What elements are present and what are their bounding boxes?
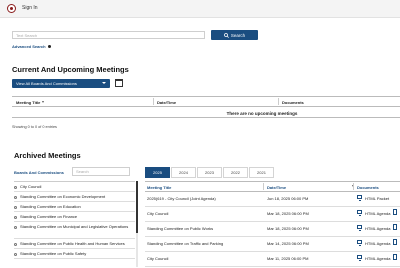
boards-dropdown[interactable]: View All Boards And Commissions — [12, 79, 110, 88]
tab-year-2023[interactable]: 2023 — [197, 167, 222, 178]
archived-meetings-title: Archived Meetings — [14, 151, 81, 160]
monitor-icon[interactable] — [357, 195, 362, 201]
board-item-city-council[interactable]: City Council — [14, 182, 135, 192]
board-list-scroll-thumb[interactable] — [136, 181, 138, 233]
monitor-icon[interactable] — [357, 240, 362, 246]
year-tabs: 2025 2024 2023 2022 2021 — [145, 167, 275, 178]
board-item-public-health[interactable]: Standing Committee on Public Health and … — [14, 239, 135, 249]
radio-icon — [14, 215, 17, 219]
meeting-title[interactable]: 2025(619 - City Council (Joint Agenda) — [147, 196, 216, 201]
meeting-title[interactable]: City Council — [147, 211, 168, 216]
help-icon[interactable] — [47, 45, 51, 49]
table-row[interactable]: Standing Committee on Public Works Mar 1… — [145, 221, 400, 237]
boards-dropdown-label: View All Boards And Commissions — [16, 81, 77, 86]
tab-year-2024[interactable]: 2024 — [171, 167, 196, 178]
archived-meetings-table: Meeting Title Date/Time Documents 2025(6… — [145, 181, 400, 267]
tab-year-2025[interactable]: 2025 — [145, 167, 170, 178]
column-header-meeting-title[interactable]: Meeting Title — [147, 185, 171, 190]
advanced-search-label: Advanced Search — [12, 44, 46, 49]
document-link[interactable]: HTML Agenda — [365, 211, 390, 216]
meeting-date: Mar 18, 2025 06:00 PM — [267, 226, 309, 231]
table-row[interactable]: City Council Mar 18, 2025 06:00 PM HTML … — [145, 206, 400, 222]
meeting-date: Mar 11, 2025 06:00 PM — [267, 256, 309, 261]
meeting-title[interactable]: Standing Committee on Traffic and Parkin… — [147, 241, 223, 246]
document-link[interactable]: HTML Agenda — [365, 241, 390, 246]
table-row[interactable]: 2025(619 - City Council (Joint Agenda) J… — [145, 191, 400, 207]
search-button[interactable]: Search — [211, 30, 258, 40]
meeting-date: Jun 18, 2025 06:00 PM — [267, 196, 309, 201]
document-link[interactable]: HTML Agenda — [365, 226, 390, 231]
radio-icon — [14, 185, 17, 189]
radio-icon — [14, 195, 17, 199]
search-button-label: Search — [230, 32, 246, 38]
radio-icon — [14, 205, 17, 209]
document-link[interactable]: HTML Agenda — [365, 256, 390, 261]
meeting-title[interactable]: City Council — [147, 256, 168, 261]
chevron-down-icon — [102, 82, 106, 84]
table-row[interactable]: City Council Mar 11, 2025 06:00 PM HTML … — [145, 251, 400, 267]
monitor-icon[interactable] — [357, 210, 362, 216]
calendar-icon[interactable] — [115, 79, 123, 87]
city-seal-icon[interactable] — [7, 4, 16, 13]
board-item-public-safety[interactable]: Standing Committee on Public Safety — [14, 249, 135, 259]
radio-icon — [14, 225, 17, 229]
board-item-finance[interactable]: Standing Committee on Finance — [14, 212, 135, 222]
meeting-date: Mar 18, 2025 06:00 PM — [267, 211, 309, 216]
board-item-economic-development[interactable]: Standing Committee on Economic Developme… — [14, 192, 135, 202]
tab-year-2022[interactable]: 2022 — [223, 167, 248, 178]
entries-count: Showing 0 to 0 of 0 entries — [12, 125, 57, 129]
board-search-input[interactable] — [72, 167, 130, 176]
top-bar: Sign In — [0, 0, 400, 18]
table-row[interactable]: Standing Committee on Traffic and Parkin… — [145, 236, 400, 252]
column-header-documents[interactable]: Documents — [282, 100, 304, 105]
current-meetings-title: Current And Upcoming Meetings — [12, 65, 129, 74]
table-header: Meeting Title Date/Time Documents — [12, 96, 400, 107]
monitor-icon[interactable] — [357, 225, 362, 231]
radio-icon — [14, 242, 17, 246]
column-header-date-time[interactable]: Date/Time — [267, 185, 286, 190]
radio-icon — [14, 252, 17, 256]
document-link[interactable]: HTML Packet — [365, 196, 389, 201]
sort-icon — [42, 101, 45, 104]
board-item-education[interactable]: Standing Committee on Education — [14, 202, 135, 212]
column-header-meeting-title[interactable]: Meeting Title — [16, 100, 45, 105]
board-item-municipal-legislative[interactable]: Standing Committee on Municipal and Legi… — [14, 222, 135, 239]
column-header-date-time[interactable]: Date/Time — [157, 100, 176, 105]
meeting-title[interactable]: Standing Committee on Public Works — [147, 226, 213, 231]
empty-table-message: There are no upcoming meetings — [226, 111, 298, 116]
tab-year-2021[interactable]: 2021 — [249, 167, 274, 178]
search-icon — [223, 32, 229, 38]
boards-label: Boards And Commissions — [14, 170, 64, 175]
search-input[interactable] — [12, 31, 205, 39]
file-icon[interactable] — [393, 239, 397, 245]
file-icon[interactable] — [393, 254, 397, 260]
upcoming-meetings-table: Meeting Title Date/Time Documents There … — [12, 96, 400, 122]
meeting-date: Mar 14, 2025 06:00 PM — [267, 241, 309, 246]
column-header-documents[interactable]: Documents — [357, 185, 379, 190]
board-list: City Council Standing Committee on Econo… — [14, 181, 135, 268]
monitor-icon[interactable] — [357, 255, 362, 261]
file-icon[interactable] — [393, 224, 397, 230]
advanced-search-link[interactable]: Advanced Search — [12, 44, 51, 49]
file-icon[interactable] — [393, 209, 397, 215]
sign-in-link[interactable]: Sign In — [22, 5, 38, 11]
